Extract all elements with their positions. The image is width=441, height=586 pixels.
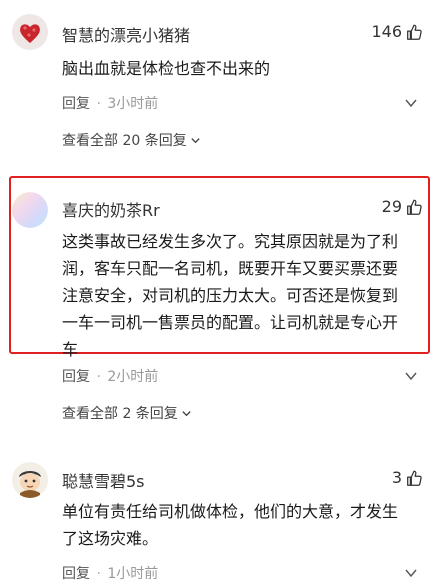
character-avatar-icon <box>12 462 48 498</box>
separator-dot: · <box>96 369 101 385</box>
comment-item: 智慧的漂亮小猪猪 146 脑出血就是体检也查不出来的 回复 · 3小时前 查看全… <box>0 0 441 170</box>
username[interactable]: 聪慧雪碧5s <box>62 468 145 492</box>
view-replies-label: 查看全部 20 条回复 <box>62 133 187 149</box>
separator-dot: · <box>96 566 101 582</box>
comment-text-line: 车 <box>62 340 79 359</box>
chevron-down-icon[interactable] <box>405 370 417 382</box>
separator-dot: · <box>96 96 101 112</box>
comment-text-line: 脑出血就是体检也查不出来的 <box>62 59 271 78</box>
comment-meta: 回复 · 2小时前 <box>62 366 158 386</box>
view-replies-label: 查看全部 2 条回复 <box>62 406 178 422</box>
chevron-down-icon <box>191 137 200 143</box>
chevron-down-icon <box>182 410 191 416</box>
comment-text: 脑出血就是体检也查不出来的 <box>62 55 422 82</box>
timestamp: 3小时前 <box>107 96 159 112</box>
comment-text: 这类事故已经发生多次了。究其原因就是为了利 润，客车只配一名司机，既要开车又要买… <box>62 228 424 363</box>
username[interactable]: 智慧的漂亮小猪猪 <box>62 22 190 46</box>
thumbs-up-icon <box>407 199 422 215</box>
timestamp: 2小时前 <box>107 369 159 385</box>
comment-text-line: 这类事故已经发生多次了。究其原因就是为了利 <box>62 232 399 251</box>
comment-text-line: 润，客车只配一名司机，既要开车又要买票还要 <box>62 259 399 278</box>
comment-text-line: 单位有责任给司机做体检，他们的大意，才发生 <box>62 502 399 521</box>
comment-text-line: 了这场灾难。 <box>62 529 159 548</box>
like-button[interactable]: 29 <box>382 197 423 216</box>
like-count: 146 <box>371 22 402 41</box>
user-avatar[interactable] <box>12 14 48 50</box>
user-avatar[interactable] <box>12 462 48 498</box>
user-avatar[interactable] <box>12 192 48 228</box>
chevron-down-icon[interactable] <box>405 567 417 579</box>
comment-text-line: 注意安全，对司机的压力太大。可否还是恢复到 <box>62 286 399 305</box>
reply-button[interactable]: 回复 <box>62 566 90 582</box>
thumbs-up-icon <box>407 24 422 40</box>
view-replies-link[interactable]: 查看全部 2 条回复 <box>62 403 192 423</box>
view-replies-link[interactable]: 查看全部 20 条回复 <box>62 130 201 150</box>
comment-meta: 回复 · 1小时前 <box>62 563 158 583</box>
reply-button[interactable]: 回复 <box>62 369 90 385</box>
reply-button[interactable]: 回复 <box>62 96 90 112</box>
like-button[interactable]: 146 <box>371 22 423 41</box>
thumbs-up-icon <box>407 470 422 486</box>
comment-item: 聪慧雪碧5s 3 单位有责任给司机做体检，他们的大意，才发生 了这场灾难。 回复… <box>0 448 441 586</box>
like-count: 29 <box>381 197 402 216</box>
timestamp: 1小时前 <box>107 566 159 582</box>
like-count: 3 <box>391 468 402 487</box>
comment-text: 单位有责任给司机做体检，他们的大意，才发生 了这场灾难。 <box>62 498 424 552</box>
heart-avatar-icon <box>12 14 48 50</box>
comment-meta: 回复 · 3小时前 <box>62 93 158 113</box>
chevron-down-icon[interactable] <box>405 97 417 109</box>
like-button[interactable]: 3 <box>392 468 423 487</box>
comment-text-line: 一车一司机一售票员的配置。让司机就是专心开 <box>62 313 399 332</box>
username[interactable]: 喜庆的奶茶Rr <box>62 197 160 221</box>
gradient-avatar-icon <box>12 192 48 228</box>
comment-item: 喜庆的奶茶Rr 29 这类事故已经发生多次了。究其原因就是为了利 润，客车只配一… <box>0 176 441 441</box>
